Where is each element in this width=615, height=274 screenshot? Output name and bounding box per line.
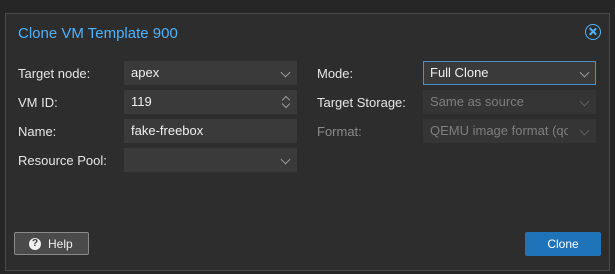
resource-pool-select[interactable] [124,148,297,172]
chevron-down-icon[interactable] [579,67,590,78]
clone-button[interactable]: Clone [525,232,601,256]
question-circle-icon: ? [29,238,41,250]
target-node-value: apex [131,65,160,80]
dialog-titlebar[interactable]: Clone VM Template 900 [6,14,609,52]
clone-vm-dialog: Clone VM Template 900 Target node: apex … [5,13,610,271]
target-storage-select[interactable]: Same as source [423,90,596,114]
name-value: fake-freebox [131,123,204,138]
chevron-down-icon[interactable] [579,125,590,136]
target-storage-value: Same as source [430,94,524,109]
help-button-label: Help [48,237,73,251]
chevron-down-icon[interactable] [280,154,291,165]
target-storage-label: Target Storage: [317,95,406,110]
resource-pool-label: Resource Pool: [18,153,107,168]
vm-id-input[interactable]: 119 [124,90,297,114]
target-node-label: Target node: [18,66,91,81]
vm-id-value: 119 [131,94,152,109]
close-icon[interactable] [585,24,601,40]
name-label: Name: [18,124,57,139]
mode-select[interactable]: Full Clone [423,61,596,85]
target-node-select[interactable]: apex [124,61,297,85]
chevron-down-icon[interactable] [280,67,291,78]
help-button[interactable]: ? Help [14,232,89,255]
name-input[interactable]: fake-freebox [124,119,297,143]
dialog-title: Clone VM Template 900 [18,25,178,42]
mode-value: Full Clone [430,65,489,80]
format-label: Format: [317,124,362,139]
mode-label: Mode: [317,66,354,81]
chevron-down-icon[interactable] [579,96,590,107]
vm-id-label: VM ID: [18,95,58,110]
format-value: QEMU image format (qcow2) [430,123,568,138]
format-select[interactable]: QEMU image format (qcow2) [423,119,596,143]
